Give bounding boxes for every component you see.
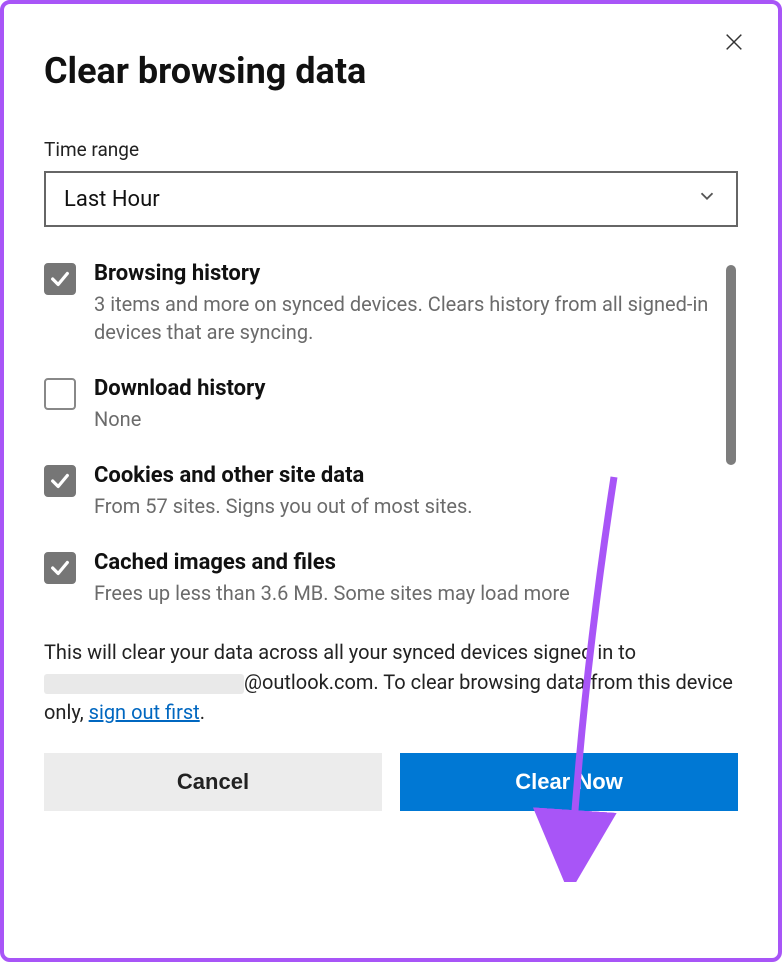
option-title: Cached images and files: [94, 550, 710, 575]
option-title: Cookies and other site data: [94, 463, 710, 488]
dialog-frame: Clear browsing data Time range Last Hour…: [0, 0, 782, 962]
option-desc: Frees up less than 3.6 MB. Some sites ma…: [94, 579, 710, 607]
dialog-title: Clear browsing data: [44, 50, 738, 92]
footer-text: This will clear your data across all you…: [44, 637, 738, 727]
option-cookies: Cookies and other site data From 57 site…: [44, 463, 710, 520]
button-row: Cancel Clear Now: [44, 753, 738, 811]
option-cached: Cached images and files Frees up less th…: [44, 550, 710, 607]
option-download-history: Download history None: [44, 376, 710, 433]
checkbox-cached[interactable]: [44, 552, 76, 584]
options-list: Browsing history 3 items and more on syn…: [44, 261, 738, 607]
redacted-email: [44, 674, 244, 694]
close-icon: [723, 31, 745, 53]
option-browsing-history: Browsing history 3 items and more on syn…: [44, 261, 710, 346]
footer-pre: This will clear your data across all you…: [44, 640, 636, 664]
time-range-label: Time range: [44, 138, 738, 161]
option-desc: 3 items and more on synced devices. Clea…: [94, 290, 710, 346]
scrollbar[interactable]: [726, 265, 736, 465]
checkbox-browsing-history[interactable]: [44, 263, 76, 295]
cancel-button[interactable]: Cancel: [44, 753, 382, 811]
clear-now-button[interactable]: Clear Now: [400, 753, 738, 811]
checkbox-cookies[interactable]: [44, 465, 76, 497]
option-desc: None: [94, 405, 710, 433]
chevron-down-icon: [696, 185, 718, 213]
time-range-select[interactable]: Last Hour: [44, 171, 738, 227]
option-title: Browsing history: [94, 261, 710, 286]
checkbox-download-history[interactable]: [44, 378, 76, 410]
close-button[interactable]: [718, 26, 750, 58]
option-desc: From 57 sites. Signs you out of most sit…: [94, 492, 710, 520]
footer-suffix: .: [200, 700, 205, 724]
sign-out-link[interactable]: sign out first: [89, 700, 200, 724]
option-title: Download history: [94, 376, 710, 401]
time-range-value: Last Hour: [64, 187, 160, 212]
